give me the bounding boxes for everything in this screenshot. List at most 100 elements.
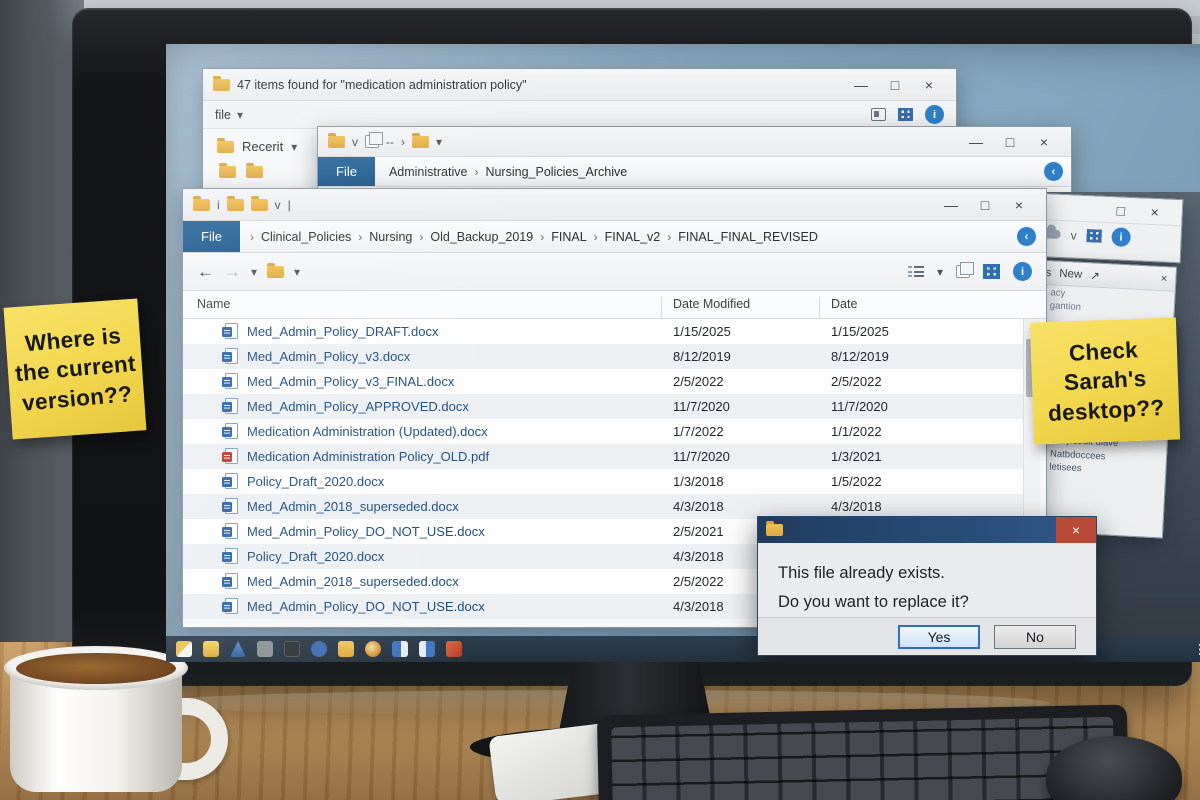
breadcrumb-item[interactable]: Clinical_Policies <box>261 230 351 244</box>
taskbar-app-icon[interactable] <box>419 641 435 657</box>
taskbar-app-icon[interactable] <box>203 641 219 657</box>
search-menubar: file ▾ i <box>203 101 956 129</box>
replace-file-dialog[interactable]: × This file already exists. Do you want … <box>757 516 1097 656</box>
taskbar-app-icon[interactable] <box>257 641 273 657</box>
breadcrumb-separator: › <box>358 230 362 244</box>
folder-icon[interactable] <box>267 266 284 278</box>
breadcrumb-item[interactable]: Old_Backup_2019 <box>430 230 533 244</box>
minimize-icon[interactable]: — <box>934 198 968 212</box>
minimize-icon[interactable]: — <box>844 78 878 92</box>
dialog-buttons: Yes No <box>758 617 1096 655</box>
taskbar-app-icon[interactable] <box>176 641 192 657</box>
breadcrumb-item[interactable]: Nursing_Policies_Archive <box>485 165 627 179</box>
taskbar-app-icon[interactable] <box>365 641 381 657</box>
side-window-top[interactable]: □ × v i <box>1031 193 1184 263</box>
back-icon[interactable]: ← <box>197 262 214 282</box>
file-row[interactable]: Med_Admin_Policy_APPROVED.docx11/7/20201… <box>183 394 1023 419</box>
file-tab[interactable]: File <box>183 221 240 252</box>
new-label[interactable]: New <box>1059 267 1083 280</box>
open-new-icon[interactable]: ↗ <box>1090 268 1100 282</box>
file-name: Med_Admin_Policy_v3.docx <box>247 349 410 364</box>
column-date[interactable]: Date <box>831 297 857 311</box>
taskbar-app-icon[interactable] <box>446 641 462 657</box>
close-icon[interactable]: × <box>1137 204 1172 219</box>
maximize-icon[interactable]: □ <box>968 198 1002 212</box>
taskbar-app-icon[interactable] <box>284 641 300 657</box>
breadcrumb-item[interactable]: FINAL_v2 <box>605 230 661 244</box>
file-row[interactable]: Med_Admin_Policy_v3_FINAL.docx2/5/20222/… <box>183 369 1023 394</box>
breadcrumb-separator: › <box>667 230 671 244</box>
grid-view-icon[interactable] <box>898 108 913 121</box>
folder-icon[interactable] <box>246 166 263 178</box>
sticky-note-right: Check Sarah's desktop?? <box>1030 317 1180 444</box>
close-icon[interactable]: × <box>1027 135 1061 149</box>
forward-icon[interactable]: → <box>224 262 241 282</box>
file-tab[interactable]: File <box>318 157 375 186</box>
taskbar-app-icon[interactable] <box>392 641 408 657</box>
file-date-modified: 11/7/2020 <box>673 449 730 464</box>
sticky-note-left: Where is the current version?? <box>4 298 147 439</box>
keyboard-keys <box>611 717 1115 800</box>
file-date-modified: 4/3/2018 <box>673 499 724 514</box>
breadcrumb-separator: › <box>250 230 254 244</box>
chevron-down-icon[interactable]: ▾ <box>294 265 300 279</box>
panes-icon[interactable] <box>956 265 970 278</box>
column-name[interactable]: Name <box>197 297 230 311</box>
file-row[interactable]: Medication Administration Policy_OLD.pdf… <box>183 444 1023 469</box>
no-button[interactable]: No <box>994 625 1076 649</box>
file-row[interactable]: Policy_Draft_2020.docx1/3/20181/5/2022 <box>183 469 1023 494</box>
folder-icon[interactable] <box>219 166 236 178</box>
collapse-icon[interactable]: ‹ <box>1044 162 1063 181</box>
breadcrumb-item[interactable]: Administrative <box>389 165 468 179</box>
docx-file-icon <box>225 498 238 514</box>
close-icon[interactable]: × <box>1002 198 1036 212</box>
maximize-icon[interactable]: □ <box>878 78 912 92</box>
taskbar-app-icon[interactable] <box>230 641 246 657</box>
minimize-icon[interactable]: — <box>959 135 993 149</box>
docx-file-icon <box>225 323 238 339</box>
taskbar-app-icon[interactable] <box>311 641 327 657</box>
side-window-toolbar: v i <box>1032 220 1181 253</box>
column-headers: Name Date Modified Date <box>183 291 1046 319</box>
breadcrumb-item[interactable]: FINAL_FINAL_REVISED <box>678 230 818 244</box>
info-icon[interactable]: i <box>1013 262 1032 281</box>
folder-icon <box>766 524 783 536</box>
file-row[interactable]: Med_Admin_Policy_DRAFT.docx1/15/20251/15… <box>183 319 1023 344</box>
close-icon[interactable]: × <box>912 78 946 92</box>
file-row[interactable]: Medication Administration (Updated).docx… <box>183 419 1023 444</box>
info-icon[interactable]: i <box>925 105 944 124</box>
collapse-icon[interactable]: ‹ <box>1017 227 1036 246</box>
chevron-down-icon[interactable]: ▾ <box>937 265 943 279</box>
column-date-modified[interactable]: Date Modified <box>673 297 750 311</box>
app-icon <box>213 79 230 91</box>
docx-file-icon <box>225 523 238 539</box>
maximize-icon[interactable]: □ <box>993 135 1027 149</box>
info-icon[interactable]: i <box>1111 227 1131 247</box>
chevron-down-icon: ▾ <box>291 140 297 154</box>
desk-scene: 47 items found for "medication administr… <box>0 0 1200 800</box>
file-menu[interactable]: file <box>215 108 231 122</box>
grid-view-icon[interactable] <box>983 264 1000 279</box>
close-icon[interactable]: × <box>1056 517 1096 543</box>
docx-file-icon <box>225 473 238 489</box>
close-icon[interactable]: × <box>1160 273 1167 285</box>
file-name: Medication Administration (Updated).docx <box>247 424 488 439</box>
chevron-icon: v <box>1070 228 1077 242</box>
file-row[interactable]: Med_Admin_Policy_v3.docx8/12/20198/12/20… <box>183 344 1023 369</box>
maximize-icon[interactable]: □ <box>1104 202 1139 217</box>
chevron-down-icon[interactable]: ▾ <box>251 265 257 279</box>
yes-button[interactable]: Yes <box>898 625 980 649</box>
breadcrumb-item[interactable]: FINAL <box>551 230 586 244</box>
taskbar-app-icon[interactable] <box>338 641 354 657</box>
chevron-icon: v <box>352 135 358 149</box>
file-name: Med_Admin_Policy_DO_NOT_USE.docx <box>247 524 485 539</box>
column-divider[interactable] <box>661 297 662 319</box>
breadcrumb-item[interactable]: Nursing <box>369 230 412 244</box>
file-date-modified: 11/7/2020 <box>673 399 730 414</box>
dialog-message: This file already exists. Do you want to… <box>758 543 1096 617</box>
grid-view-icon[interactable] <box>1086 229 1102 243</box>
file-date-modified: 1/7/2022 <box>673 424 724 439</box>
details-view-icon[interactable] <box>908 265 924 278</box>
column-divider[interactable] <box>819 297 820 319</box>
layout-view-icon[interactable] <box>871 108 886 121</box>
